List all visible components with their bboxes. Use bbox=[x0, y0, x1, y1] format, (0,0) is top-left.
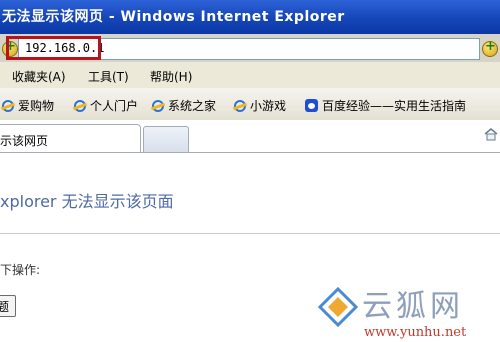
url-highlight-box bbox=[6, 36, 101, 60]
error-title: xplorer 无法显示该页面 bbox=[0, 192, 174, 211]
favorite-label: 爱购物 bbox=[18, 99, 55, 113]
favorite-item-shopping[interactable]: 爱购物 bbox=[2, 97, 54, 113]
watermark-url: www.yunhu.net bbox=[364, 325, 467, 340]
menu-favorites[interactable]: 收藏夹(A) bbox=[12, 68, 66, 85]
error-divider bbox=[0, 233, 500, 234]
home-icon[interactable] bbox=[484, 128, 498, 141]
watermark-text: 云狐网 bbox=[362, 289, 464, 324]
favorite-item-system-home[interactable]: 系统之家 bbox=[152, 97, 216, 113]
go-arrow-icon[interactable] bbox=[482, 39, 498, 57]
favorite-item-games[interactable]: 小游戏 bbox=[234, 97, 286, 113]
tab-current-page[interactable]: 示该网页 bbox=[0, 124, 141, 154]
diagnose-button[interactable]: 题 bbox=[0, 295, 16, 317]
new-tab-button[interactable] bbox=[143, 126, 189, 152]
favorite-label: 百度经验——实用生活指南 bbox=[322, 99, 467, 113]
favorite-item-baidu-jingyan[interactable]: 百度经验——实用生活指南 bbox=[305, 97, 466, 113]
window-title-bar: 无法显示该网页 - Windows Internet Explorer bbox=[0, 0, 500, 34]
ie-icon bbox=[152, 100, 164, 112]
baidu-paw-icon bbox=[305, 99, 318, 112]
favorite-label: 个人门户 bbox=[90, 99, 139, 113]
menu-help[interactable]: 帮助(H) bbox=[150, 68, 192, 85]
favorite-label: 小游戏 bbox=[250, 99, 287, 113]
menu-tools[interactable]: 工具(T) bbox=[88, 68, 129, 85]
tab-bar: 示该网页 bbox=[0, 120, 500, 154]
menu-bar: 收藏夹(A) 工具(T) 帮助(H) bbox=[0, 62, 500, 89]
ie-icon bbox=[234, 100, 246, 112]
diagnose-button-label: 题 bbox=[0, 298, 9, 315]
tab-label: 示该网页 bbox=[0, 134, 49, 148]
favorite-label: 系统之家 bbox=[168, 99, 217, 113]
watermark-logo-icon bbox=[318, 287, 358, 327]
window-title: 无法显示该网页 - Windows Internet Explorer bbox=[2, 9, 345, 25]
error-instruction: 下操作: bbox=[0, 263, 41, 277]
favorite-item-portal[interactable]: 个人门户 bbox=[74, 97, 138, 113]
watermark: 云狐网 www.yunhu.net bbox=[318, 277, 500, 342]
ie-icon bbox=[2, 100, 14, 112]
favorites-bar: 爱购物 个人门户 系统之家 小游戏 百度经验——实用生活指南 bbox=[0, 88, 500, 121]
ie-icon bbox=[74, 100, 86, 112]
